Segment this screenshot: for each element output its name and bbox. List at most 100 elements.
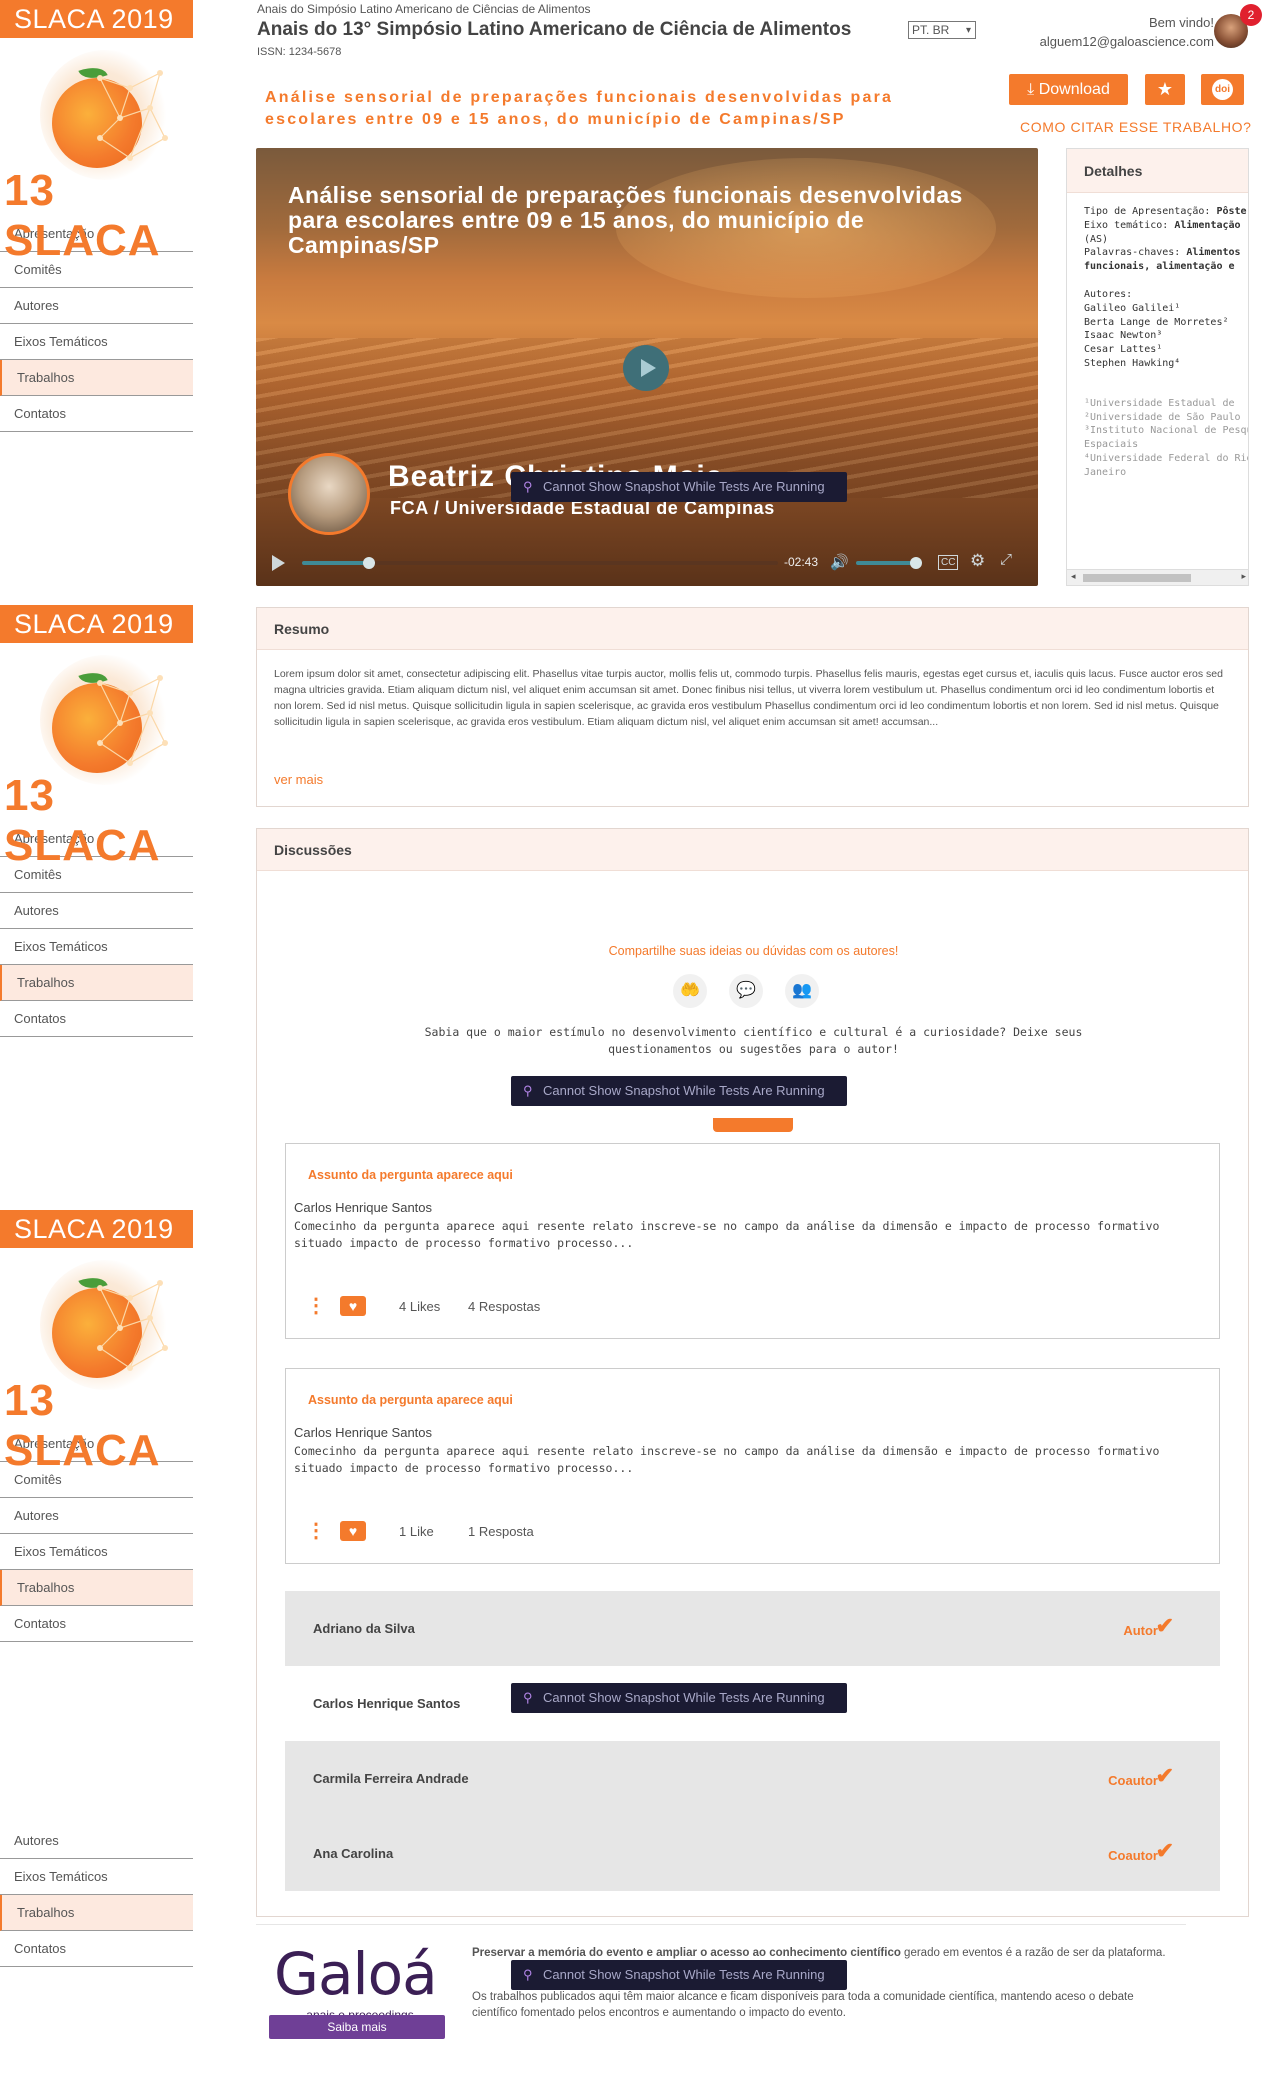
sidebar-block-4: Autores Eixos Temáticos Trabalhos Contat… <box>0 1823 193 1967</box>
check-icon: ✔ <box>1155 1838 1174 1863</box>
user-welcome[interactable]: Bem vindo! alguem12@galoascience.com <box>1040 13 1214 51</box>
author-role: Coautor <box>1108 1848 1158 1863</box>
play-button[interactable] <box>623 345 669 391</box>
language-select[interactable]: PT. BR ▾ <box>908 21 976 39</box>
sidebar-item-eixos[interactable]: Eixos Temáticos <box>0 1859 193 1895</box>
author-row: Adriano da Silva Autor ✔ <box>285 1591 1220 1666</box>
play-icon[interactable] <box>272 555 285 571</box>
institution-item: ³Instituto Nacional de Pesquisas <box>1084 425 1248 437</box>
sidebar-title: SLACA 2019 <box>0 605 193 643</box>
sidebar-item-trabalhos[interactable]: Trabalhos <box>0 1570 193 1606</box>
heart-icon: ♥ <box>348 1298 358 1314</box>
eixo-value: Alimentação <box>1174 219 1241 231</box>
replies-count[interactable]: 4 Respostas <box>468 1299 540 1314</box>
sidebar-item-eixos[interactable]: Eixos Temáticos <box>0 1534 193 1570</box>
like-button[interactable]: ♥ <box>340 1521 366 1541</box>
discussion-illustration: 🤲 💬 👥 <box>673 974 833 1014</box>
author-name: Carmila Ferreira Andrade <box>313 1771 469 1786</box>
sidebar-item-autores[interactable]: Autores <box>0 893 193 929</box>
snapshot-banner-text: Cannot Show Snapshot While Tests Are Run… <box>543 1967 825 1982</box>
sidebar-item-contatos[interactable]: Contatos <box>0 396 193 432</box>
scroll-thumb[interactable] <box>1083 574 1191 582</box>
video-player[interactable]: Análise sensorial de preparações funcion… <box>256 148 1038 586</box>
slaca-brand: 13 SLACA <box>4 1376 161 1475</box>
galoa-logo[interactable]: Galoá <box>274 1940 438 2008</box>
sidebar-item-contatos[interactable]: Contatos <box>0 1606 193 1642</box>
gear-icon[interactable]: ⚙ <box>970 551 985 571</box>
question-subject[interactable]: Assunto da pergunta aparece aqui <box>308 1168 513 1182</box>
sidebar-item-contatos[interactable]: Contatos <box>0 1001 193 1037</box>
snapshot-banner-text: Cannot Show Snapshot While Tests Are Run… <box>543 1083 825 1098</box>
time-remaining: -02:43 <box>784 555 819 569</box>
likes-count: 1 Like <box>399 1524 434 1539</box>
author-item: Galileo Galilei¹ <box>1084 302 1181 314</box>
download-label: Download <box>1038 81 1110 98</box>
volume-slider[interactable] <box>856 561 919 565</box>
sidebar-item-autores[interactable]: Autores <box>0 1498 193 1534</box>
sidebar-item-contatos[interactable]: Contatos <box>0 1931 193 1967</box>
scroll-right-icon[interactable]: ▸ <box>1241 571 1246 582</box>
slaca-brand: 13 SLACA <box>4 166 161 265</box>
sidebar-item-trabalhos[interactable]: Trabalhos <box>0 1895 193 1931</box>
question-card[interactable]: Assunto da pergunta aparece aqui Carlos … <box>285 1368 1220 1564</box>
footer-text: gerado em eventos é a razão de ser da pl… <box>900 1947 1166 1959</box>
volume-icon[interactable]: 🔊 <box>830 553 849 571</box>
sidebar-block-3: SLACA 2019 13 SLACA Apresentação Comitês… <box>0 1210 193 1642</box>
snapshot-banner-text: Cannot Show Snapshot While Tests Are Run… <box>543 1690 825 1705</box>
sidebar-item-trabalhos[interactable]: Trabalhos <box>0 965 193 1001</box>
download-button[interactable]: ⤓ Download <box>1009 74 1128 105</box>
institution-item: ¹Universidade Estadual de <box>1084 397 1235 409</box>
doi-button[interactable]: doi <box>1201 74 1244 105</box>
author-item: Cesar Lattes¹ <box>1084 344 1163 356</box>
fullscreen-icon[interactable]: ⤢ <box>1000 551 1012 568</box>
ver-mais-link[interactable]: ver mais <box>274 772 323 787</box>
institution-item: Janeiro <box>1084 466 1127 478</box>
likes-count: 4 Likes <box>399 1299 441 1314</box>
author-item: Isaac Newton³ <box>1084 330 1163 342</box>
replies-count[interactable]: 1 Resposta <box>468 1524 534 1539</box>
scroll-left-icon[interactable]: ◂ <box>1071 571 1076 582</box>
curiosity-line-2: questionamentos ou sugestões para o auto… <box>608 1042 899 1056</box>
horizontal-scrollbar[interactable]: ◂ ▸ <box>1067 569 1248 585</box>
institution-item: Espaciais <box>1084 439 1139 451</box>
question-subject[interactable]: Assunto da pergunta aparece aqui <box>308 1393 513 1407</box>
author-name: Ana Carolina <box>313 1846 394 1861</box>
language-value: PT. BR <box>912 23 950 37</box>
pin-icon: ⚲ <box>523 1690 533 1705</box>
resumo-header: Resumo <box>257 608 1248 650</box>
snapshot-banner: ⚲ Cannot Show Snapshot While Tests Are Ru… <box>511 1683 847 1713</box>
ask-question-button[interactable] <box>713 1118 793 1132</box>
like-button[interactable]: ♥ <box>340 1296 366 1316</box>
discussoes-header: Discussões <box>257 829 1248 871</box>
details-panel: Detalhes Tipo de Apresentação: Pôster Ei… <box>1066 148 1249 586</box>
sidebar-item-autores[interactable]: Autores <box>0 1823 193 1859</box>
saiba-mais-button[interactable]: Saiba mais <box>269 2015 445 2039</box>
pin-icon: ⚲ <box>523 1967 533 1982</box>
notification-badge[interactable]: 2 <box>1240 4 1262 26</box>
cite-link[interactable]: COMO CITAR ESSE TRABALHO? <box>1020 119 1252 135</box>
institution-item: ⁴Universidade Federal do Rio de <box>1084 452 1248 464</box>
speaker-avatar <box>288 453 370 535</box>
sidebar-item-eixos[interactable]: Eixos Temáticos <box>0 929 193 965</box>
sidebar-item-autores[interactable]: Autores <box>0 288 193 324</box>
details-body: Tipo de Apresentação: Pôster Eixo temáti… <box>1067 193 1248 480</box>
favorite-button[interactable]: ★ <box>1145 74 1185 105</box>
eixo-value-cont: (AS) <box>1084 233 1109 245</box>
doi-icon: doi <box>1212 79 1233 100</box>
resumo-text: Lorem ipsum dolor sit amet, consectetur … <box>274 668 1223 728</box>
volume-handle[interactable] <box>910 557 923 569</box>
more-options-icon[interactable]: ⋮ <box>306 1296 326 1316</box>
captions-icon[interactable]: CC <box>938 555 959 570</box>
eixo-label: Eixo temático: <box>1084 219 1169 231</box>
video-controls: -02:43 🔊 CC ⚙ ⤢ <box>256 543 1038 583</box>
seek-bar[interactable] <box>302 557 778 569</box>
heart-icon: ♥ <box>348 1523 358 1539</box>
question-author: Carlos Henrique Santos <box>294 1200 433 1215</box>
question-card[interactable]: Assunto da pergunta aparece aqui Carlos … <box>285 1143 1220 1339</box>
sidebar-item-eixos[interactable]: Eixos Temáticos <box>0 324 193 360</box>
more-options-icon[interactable]: ⋮ <box>306 1521 326 1541</box>
footer-highlight: Preservar a memória do evento e ampliar … <box>472 1947 901 1959</box>
pin-icon: ⚲ <box>523 1083 533 1098</box>
sidebar-item-trabalhos[interactable]: Trabalhos <box>0 360 193 396</box>
seek-handle[interactable] <box>362 557 375 569</box>
